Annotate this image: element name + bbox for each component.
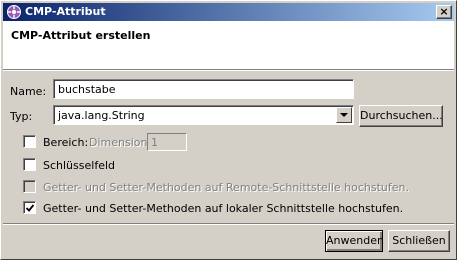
local-promote-label: Getter- und Setter-Methoden auf lokaler …	[43, 202, 404, 215]
type-dropdown-button[interactable]	[336, 107, 352, 123]
chevron-down-icon	[340, 113, 348, 117]
dimension-label: Dimension:	[89, 136, 152, 149]
range-checkbox[interactable]	[23, 135, 36, 148]
close-button[interactable]: Schließen	[388, 230, 450, 252]
key-field-checkbox[interactable]	[23, 158, 36, 171]
title-bar[interactable]: CMP-Attribut ×	[3, 3, 454, 21]
name-field[interactable]	[53, 79, 354, 99]
key-field-label: Schlüsselfeld	[43, 159, 115, 172]
close-window-button[interactable]: ×	[436, 5, 452, 19]
dimension-field[interactable]: 1	[147, 133, 187, 151]
cmp-attribute-icon	[6, 4, 22, 20]
name-label: Name:	[10, 85, 47, 98]
dialog-window: CMP-Attribut × CMP-Attribut erstellen Na…	[0, 0, 457, 260]
close-icon: ×	[439, 5, 449, 18]
remote-promote-checkbox[interactable]	[23, 180, 36, 193]
type-label: Typ:	[10, 110, 33, 123]
dialog-heading: CMP-Attribut erstellen	[11, 29, 151, 42]
type-value: java.lang.String	[58, 109, 145, 122]
range-label: Bereich:	[43, 136, 89, 149]
checkmark-icon	[25, 204, 35, 212]
type-combo[interactable]: java.lang.String	[53, 105, 354, 125]
remote-promote-label: Getter- und Setter-Methoden auf Remote-S…	[43, 181, 409, 194]
local-promote-checkbox[interactable]	[23, 201, 36, 214]
apply-button[interactable]: Anwenden	[325, 230, 384, 252]
window-title: CMP-Attribut	[25, 5, 106, 18]
dialog-header: CMP-Attribut erstellen	[3, 21, 454, 69]
browse-button[interactable]: Durchsuchen...	[359, 105, 443, 127]
name-input[interactable]	[54, 80, 353, 98]
dimension-value: 1	[151, 136, 158, 149]
